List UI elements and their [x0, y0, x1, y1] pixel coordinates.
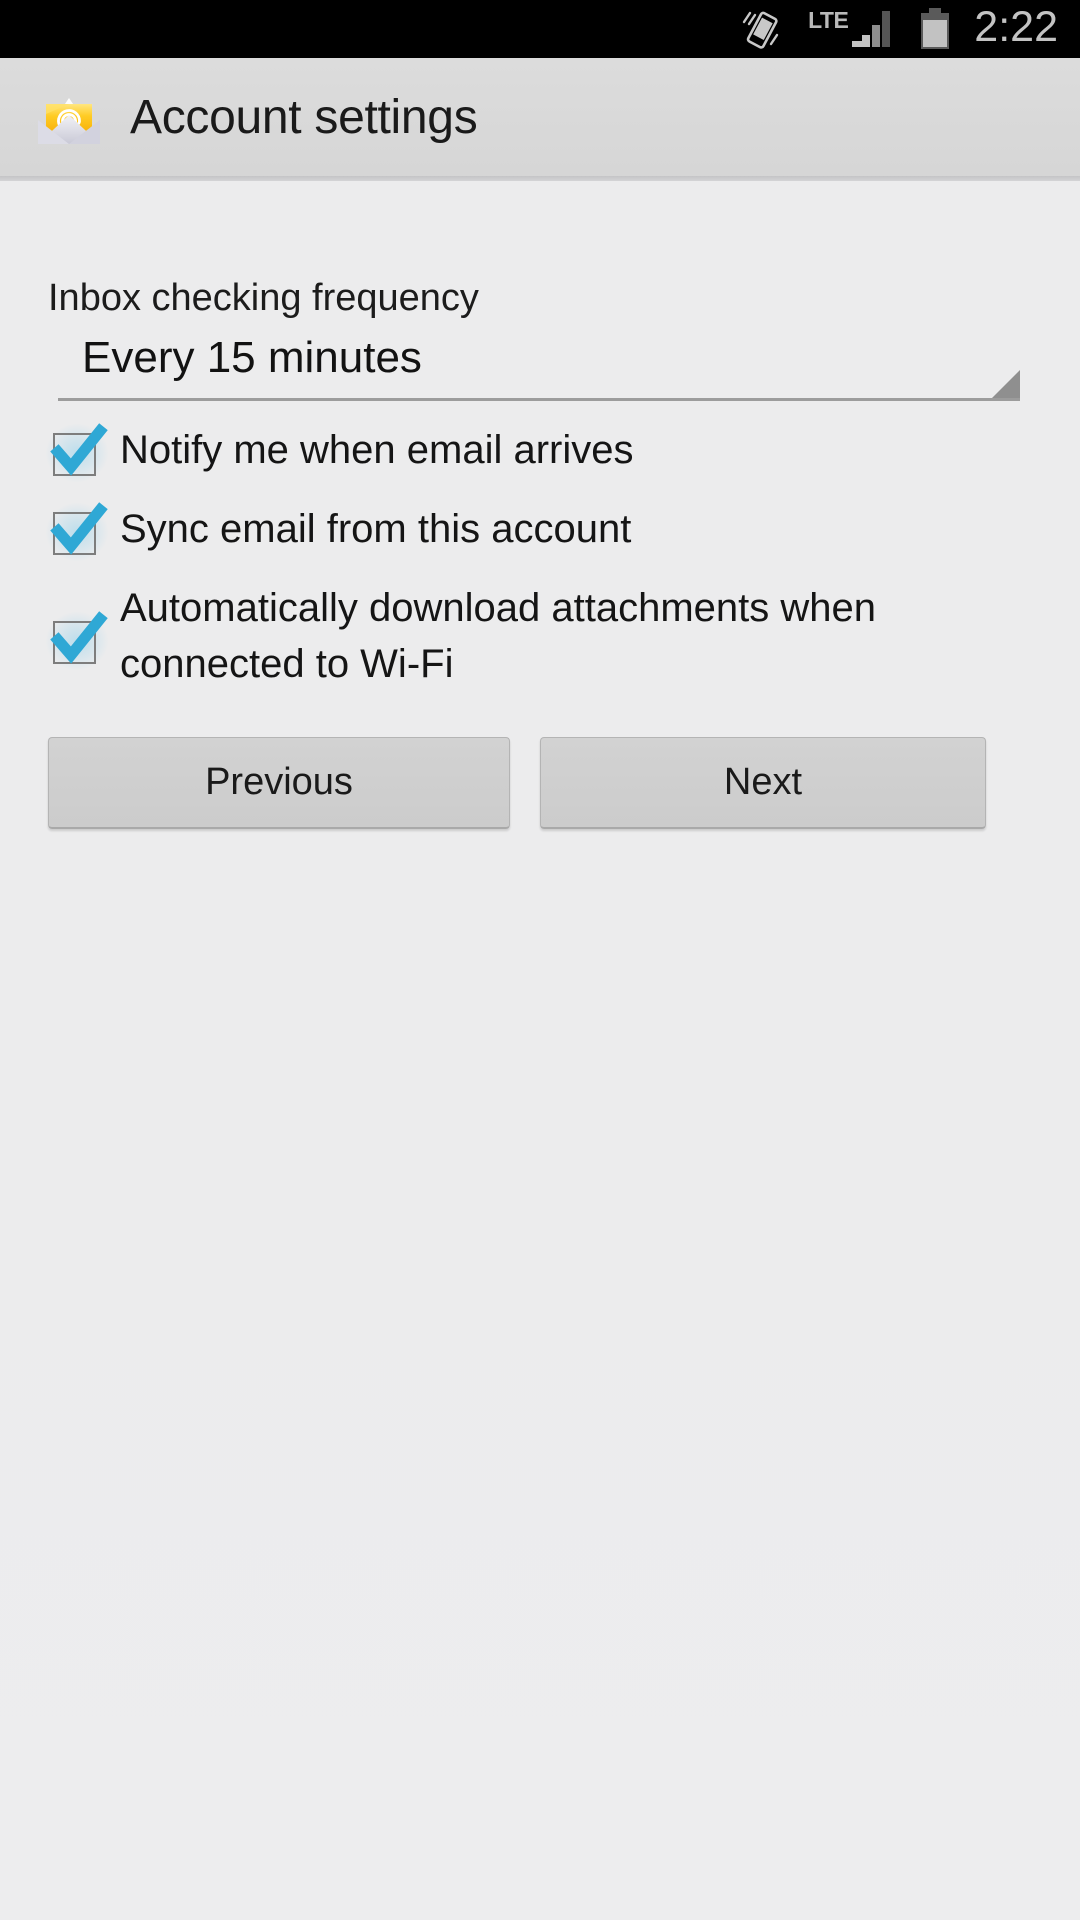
- signal-bars-icon: [850, 9, 896, 49]
- checkbox-label-sync: Sync email from this account: [120, 507, 632, 551]
- checkmark-icon: [48, 610, 110, 673]
- vibrate-phone-icon: [738, 7, 782, 51]
- network-type-label: LTE: [808, 6, 849, 33]
- frequency-selected-value: Every 15 minutes: [82, 333, 422, 382]
- action-bar: Account settings: [0, 58, 1080, 176]
- checkbox-label-attachments: Automatically download attachments when …: [120, 586, 876, 686]
- email-envelope-at-icon: [30, 82, 108, 152]
- checkbox-row-attachments[interactable]: Automatically download attachments when …: [46, 584, 968, 692]
- frequency-label: Inbox checking frequency: [48, 277, 479, 319]
- previous-button[interactable]: Previous: [48, 737, 510, 829]
- spinner-underline: [58, 398, 1020, 401]
- checkbox-row-sync[interactable]: Sync email from this account: [46, 502, 968, 561]
- checkbox-notify[interactable]: [46, 423, 108, 482]
- checkbox-label-notify: Notify me when email arrives: [120, 428, 634, 472]
- checkmark-icon: [48, 501, 110, 564]
- clock: 2:22: [974, 2, 1058, 51]
- battery-icon: [918, 7, 952, 51]
- frequency-spinner[interactable]: Every 15 minutes: [58, 333, 1020, 401]
- dropdown-triangle-icon: [992, 370, 1020, 398]
- checkbox-row-notify[interactable]: Notify me when email arrives: [46, 423, 968, 482]
- checkbox-sync[interactable]: [46, 502, 108, 561]
- next-button[interactable]: Next: [540, 737, 986, 829]
- settings-content: Inbox checking frequency Every 15 minute…: [0, 181, 1080, 1920]
- status-bar: LTE 2:22: [0, 0, 1080, 58]
- checkbox-attachments[interactable]: [46, 611, 108, 670]
- wizard-button-bar: Previous Next: [48, 737, 986, 829]
- checkmark-icon: [48, 422, 110, 485]
- page-title: Account settings: [130, 90, 478, 144]
